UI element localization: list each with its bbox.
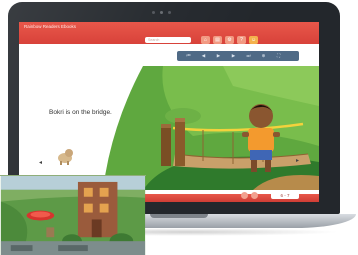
library-button[interactable]: ▤ xyxy=(213,36,222,44)
webcam-lens xyxy=(160,11,163,14)
next-page-button[interactable]: ▶ xyxy=(230,53,237,59)
bookmark-icon[interactable] xyxy=(241,192,248,199)
app-title: Rainbow Readers Ebooks xyxy=(24,24,77,29)
webcam-dot xyxy=(168,11,171,14)
app-header: Rainbow Readers Ebooks Search ⌂ ▤ ⚙? ☺ xyxy=(19,22,319,50)
zoom-button[interactable]: ⊕ xyxy=(260,53,267,59)
audio-icon[interactable] xyxy=(251,192,258,199)
dog-illustration xyxy=(58,149,73,165)
story-illustration xyxy=(103,66,319,190)
promo-illustration: Rainbow Readers Ebooks Search ⌂ ▤ ⚙? ☺ ⏮ ◀ ▶ ▶… xyxy=(0,0,358,255)
fullscreen-button[interactable]: ⛶ xyxy=(275,53,282,59)
profile-button[interactable]: ☺ xyxy=(249,36,258,44)
menu-dots-icon[interactable] xyxy=(259,37,275,50)
prev-page-arrow[interactable]: ◂ xyxy=(39,160,42,166)
settings-button[interactable]: ⚙ xyxy=(225,36,234,44)
search-input[interactable]: Search xyxy=(145,37,191,43)
page-number: 6 - 7 xyxy=(271,192,299,199)
first-page-button[interactable]: ⏮ xyxy=(185,53,192,59)
home-button[interactable]: ⌂ xyxy=(201,36,210,44)
story-sentence: Bokri is on the bridge. xyxy=(49,109,112,116)
next-page-arrow[interactable]: ▸ xyxy=(296,158,299,164)
webcam-dot xyxy=(152,11,155,14)
inset-scene-image xyxy=(0,175,146,255)
prev-page-button[interactable]: ◀ xyxy=(200,53,207,59)
laptop-notch xyxy=(150,214,208,218)
help-button[interactable]: ? xyxy=(237,36,246,44)
reader-toolbar: ⏮ ◀ ▶ ▶ ⏭ ⊕ ⛶ xyxy=(177,51,299,61)
play-audio-button[interactable]: ▶ xyxy=(215,53,222,59)
last-page-button[interactable]: ⏭ xyxy=(245,53,252,59)
